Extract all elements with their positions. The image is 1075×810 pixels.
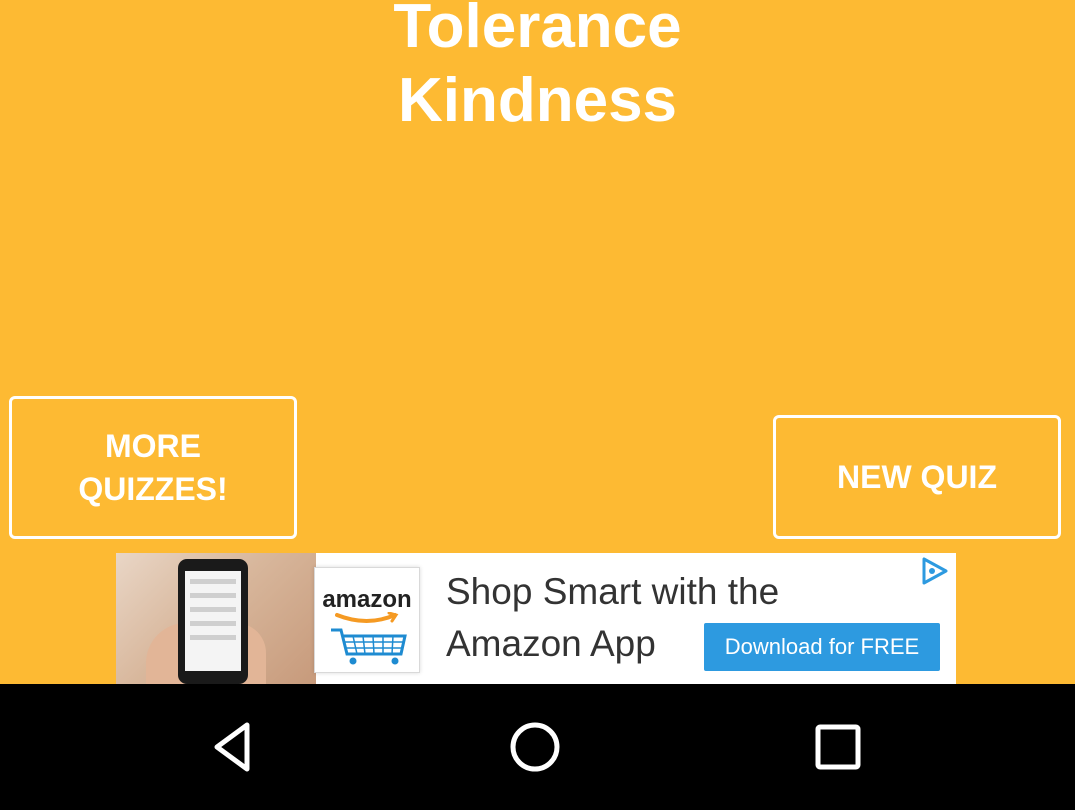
recent-apps-icon[interactable] <box>808 717 868 777</box>
system-navigation-bar <box>0 684 1075 810</box>
quiz-result-screen: Tolerance Kindness MORE QUIZZES! NEW QUI… <box>0 0 1075 810</box>
home-icon[interactable] <box>505 717 565 777</box>
more-quizzes-button[interactable]: MORE QUIZZES! <box>9 396 297 539</box>
ad-phone-row <box>190 635 236 640</box>
ad-choices-icon[interactable] <box>920 557 950 585</box>
amazon-logo: amazon <box>314 567 420 673</box>
ad-phone-image <box>116 553 316 684</box>
amazon-logo-text: amazon <box>322 586 412 613</box>
ad-banner[interactable]: amazon Shop Smart with the Amazon App Do… <box>116 553 956 684</box>
new-quiz-button[interactable]: NEW QUIZ <box>773 415 1061 539</box>
ad-phone-shape <box>178 559 248 684</box>
quiz-title-line-1: Tolerance <box>393 0 682 61</box>
ad-phone-row <box>190 593 236 598</box>
new-quiz-label: NEW QUIZ <box>837 458 997 495</box>
shopping-cart-icon <box>331 628 407 665</box>
quiz-title-line-2: Kindness <box>397 66 678 135</box>
ad-phone-row <box>190 621 236 626</box>
ad-headline-line-1: Shop Smart with the <box>446 571 780 612</box>
ad-headline-line-2: Amazon App <box>446 623 656 664</box>
back-icon[interactable] <box>203 717 263 777</box>
ad-phone-row <box>190 607 236 612</box>
ad-phone-screen <box>185 571 241 671</box>
more-quizzes-label: MORE QUIZZES! <box>78 427 228 507</box>
ad-phone-row <box>190 579 236 584</box>
amazon-smile-icon <box>335 612 399 623</box>
ad-download-button[interactable]: Download for FREE <box>704 623 940 671</box>
